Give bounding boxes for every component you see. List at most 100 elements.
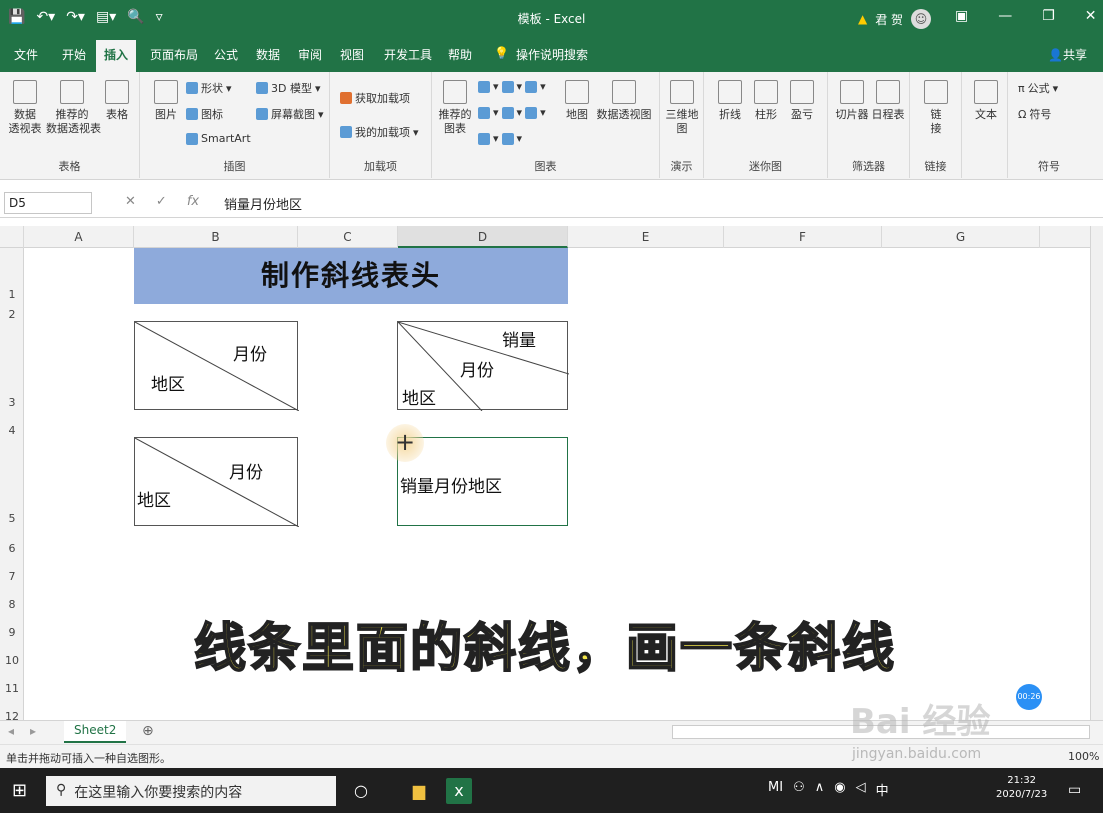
3d-model-button[interactable]: 3D 模型 ▾ <box>256 80 321 96</box>
chart-types-row3[interactable]: ▾ ▾ <box>478 132 522 145</box>
system-clock[interactable]: 21:32 2020/7/23 <box>996 774 1047 802</box>
row-header[interactable]: 2 <box>0 308 24 321</box>
tab-developer[interactable]: 开发工具 <box>384 46 432 63</box>
3d-map-icon <box>670 80 694 104</box>
shapes-button[interactable]: 形状 ▾ <box>186 80 232 96</box>
column-header[interactable]: A <box>24 226 134 248</box>
tab-scroll-left-icon[interactable]: ◂ <box>8 724 14 738</box>
lightbulb-icon: 💡 <box>494 46 509 60</box>
add-sheet-icon[interactable]: ⊕ <box>142 723 154 739</box>
share-button[interactable]: 👤共享 <box>1048 46 1087 63</box>
tab-review[interactable]: 审阅 <box>298 46 322 63</box>
row-header[interactable]: 3 <box>0 396 24 409</box>
recommended-pivot-button[interactable]: 推荐的 数据透视表 <box>46 80 101 136</box>
people-icon[interactable]: ⚇ <box>793 780 805 799</box>
vertical-scrollbar[interactable] <box>1090 226 1103 720</box>
chart-types-row2[interactable]: ▾ ▾ ▾ <box>478 106 546 119</box>
tab-help[interactable]: 帮助 <box>448 46 472 63</box>
map-chart-button[interactable]: 地图 <box>562 80 592 122</box>
file-explorer-icon[interactable]: ▆ <box>406 778 432 804</box>
tab-formulas[interactable]: 公式 <box>214 46 238 63</box>
column-header[interactable]: E <box>568 226 724 248</box>
screenshot-button[interactable]: 屏幕截图 ▾ <box>256 106 324 122</box>
select-all-corner[interactable] <box>0 226 24 248</box>
sheet-title-cell[interactable]: 制作斜线表头 <box>134 248 568 304</box>
chart-types-button[interactable]: ▾ ▾ ▾ <box>478 80 546 93</box>
sheet-tab-sheet2[interactable]: Sheet2 <box>64 721 127 743</box>
my-addins-button[interactable]: 我的加载项 ▾ <box>340 124 419 140</box>
windows-start-icon[interactable]: ⊞ <box>12 780 27 801</box>
row-header[interactable]: 5 <box>0 512 24 525</box>
stat-chart-icon <box>501 106 514 119</box>
diagonal-header-cell-1[interactable]: 月份 地区 <box>134 321 299 411</box>
active-cell-d5[interactable]: 销量月份地区 <box>397 437 568 526</box>
tab-home[interactable]: 开始 <box>62 46 86 63</box>
worksheet[interactable]: A B C D E F G 1 2 3 4 5 6 7 8 9 10 11 12… <box>0 226 1090 720</box>
notification-icon[interactable]: ▭ <box>1068 782 1081 798</box>
equation-button[interactable]: π 公式 ▾ <box>1018 80 1058 96</box>
slicer-button[interactable]: 切片器 <box>834 80 870 122</box>
link-button[interactable]: 链 接 <box>920 80 952 136</box>
avatar[interactable]: ☺ <box>911 9 932 29</box>
omega-icon: Ω <box>1018 107 1027 121</box>
tray-up-icon[interactable]: ∧ <box>815 780 825 799</box>
column-header[interactable]: B <box>134 226 298 248</box>
taskbar-search[interactable]: ⚲ 在这里输入你要搜索的内容 <box>46 776 336 806</box>
name-box[interactable]: D5 <box>4 192 92 214</box>
minimize-icon[interactable]: — <box>998 8 1012 24</box>
tab-view[interactable]: 视图 <box>340 46 364 63</box>
network-icon[interactable]: ◉ <box>834 780 845 799</box>
pivot-table-button[interactable]: 数据 透视表 <box>8 80 42 136</box>
column-header[interactable]: C <box>298 226 398 248</box>
sparkline-winloss-button[interactable]: 盈亏 <box>786 80 818 122</box>
diagonal-header-cell-2[interactable]: 销量 月份 地区 <box>397 321 569 411</box>
insert-function-button[interactable]: fx <box>187 194 199 209</box>
row-header[interactable]: 4 <box>0 424 24 437</box>
text-button[interactable]: 文本 <box>970 80 1002 122</box>
row-header[interactable]: 1 <box>0 288 24 301</box>
close-icon[interactable]: ✕ <box>1085 8 1097 24</box>
column-header-selected[interactable]: D <box>398 226 568 248</box>
cancel-icon[interactable]: ✕ <box>125 194 136 209</box>
picture-button[interactable]: 图片 <box>150 80 182 122</box>
header-label-month: 月份 <box>233 345 267 365</box>
table-button[interactable]: 表格 <box>102 80 132 122</box>
excel-app-icon[interactable]: x <box>446 778 472 804</box>
pivot-chart-button[interactable]: 数据透视图 <box>594 80 654 122</box>
row-header[interactable]: 11 <box>0 682 24 695</box>
restore-icon[interactable]: ❐ <box>1042 8 1055 24</box>
get-addins-button[interactable]: 获取加载项 <box>340 90 410 106</box>
addin-icon <box>340 126 352 138</box>
tray-logo[interactable]: MI <box>768 780 783 799</box>
user-area[interactable]: ▲ 君 贺 ☺ <box>858 9 932 29</box>
cortana-icon[interactable]: ○ <box>348 778 374 804</box>
sparkline-line-button[interactable]: 折线 <box>714 80 746 122</box>
tab-page-layout[interactable]: 页面布局 <box>150 46 198 63</box>
zoom-level[interactable]: 100% <box>1068 750 1099 763</box>
tell-me-search[interactable]: 操作说明搜索 <box>516 46 588 63</box>
sparkline-column-button[interactable]: 柱形 <box>750 80 782 122</box>
row-header[interactable]: 12 <box>0 710 24 720</box>
line-chart-icon <box>478 106 490 119</box>
formula-input[interactable]: 销量月份地区 <box>224 194 302 213</box>
ime-indicator[interactable]: 中 <box>876 780 889 799</box>
timeline-button[interactable]: 日程表 <box>870 80 906 122</box>
tab-insert[interactable]: 插入 <box>96 40 137 72</box>
enter-icon[interactable]: ✓ <box>156 194 167 209</box>
column-header[interactable]: G <box>882 226 1040 248</box>
baidu-watermark: Bai 经验 <box>850 702 991 742</box>
volume-icon[interactable]: ◁ <box>856 780 866 799</box>
column-header[interactable]: F <box>724 226 882 248</box>
diagonal-header-cell-3[interactable]: 月份 地区 <box>134 437 299 527</box>
recommended-charts-button[interactable]: 推荐的 图表 <box>438 80 472 136</box>
smartart-button[interactable]: SmartArt <box>186 132 251 145</box>
tab-scroll-right-icon[interactable]: ▸ <box>30 724 36 738</box>
tab-data[interactable]: 数据 <box>256 46 280 63</box>
row-header[interactable]: 6 <box>0 542 24 555</box>
3d-map-button[interactable]: 三维地 图 <box>664 80 700 136</box>
symbol-button[interactable]: Ω 符号 <box>1018 106 1051 122</box>
ribbon-display-icon[interactable]: ▣ <box>955 8 968 24</box>
row-header[interactable]: 7 <box>0 570 24 583</box>
icons-button[interactable]: 图标 <box>186 106 223 122</box>
tab-file[interactable]: 文件 <box>14 46 38 63</box>
